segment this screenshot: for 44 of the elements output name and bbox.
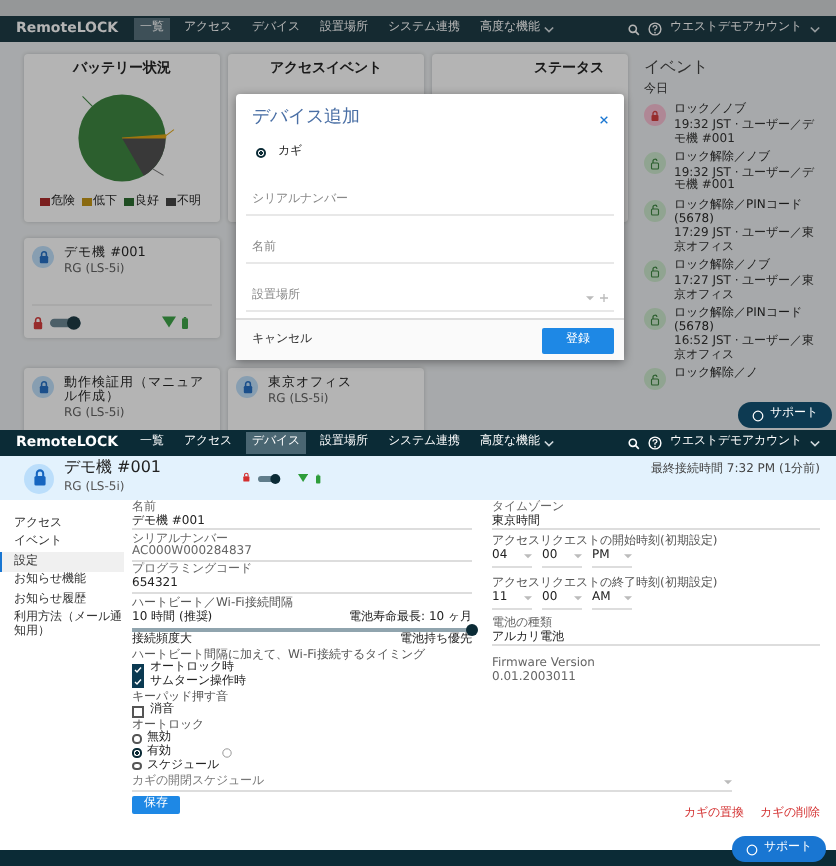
padlock-icon bbox=[241, 379, 253, 395]
caret-icon bbox=[810, 439, 820, 447]
device-name: デモ機 #001 bbox=[64, 460, 162, 479]
radio-button[interactable] bbox=[132, 734, 141, 744]
padlock-icon bbox=[241, 470, 250, 486]
battery-icon bbox=[316, 471, 322, 485]
caret-icon bbox=[544, 439, 555, 447]
search-icon[interactable] bbox=[628, 23, 640, 35]
dropdown-arrow-icon bbox=[724, 779, 732, 786]
dropdown-arrow-icon bbox=[524, 596, 532, 603]
unlocked-padlock-icon bbox=[644, 152, 666, 175]
checkbox[interactable] bbox=[132, 676, 144, 689]
padlock-icon bbox=[650, 109, 660, 122]
close-icon[interactable] bbox=[600, 115, 608, 124]
toggle-icon bbox=[257, 471, 283, 485]
radio-button[interactable] bbox=[132, 761, 141, 771]
radio-button[interactable] bbox=[256, 147, 266, 158]
unlocked-padlock-icon bbox=[644, 199, 666, 222]
wifi-signal-icon bbox=[162, 316, 176, 329]
search-icon[interactable] bbox=[628, 437, 640, 449]
padlock-icon bbox=[32, 315, 44, 330]
dropdown-arrow-icon bbox=[574, 596, 582, 603]
battery-icon bbox=[182, 315, 188, 330]
dropdown-arrow-icon bbox=[624, 596, 632, 603]
dropdown-arrow-icon bbox=[574, 554, 582, 561]
unlocked-padlock-icon bbox=[644, 368, 666, 391]
checkbox[interactable] bbox=[132, 663, 144, 676]
dropdown-arrow-icon bbox=[624, 554, 632, 561]
slider-fill[interactable] bbox=[132, 627, 472, 632]
dropdown-arrow-icon bbox=[524, 554, 532, 561]
padlock-icon bbox=[37, 249, 49, 265]
radio-button[interactable] bbox=[132, 748, 141, 758]
padlock-icon bbox=[31, 468, 47, 488]
unlocked-padlock-icon bbox=[644, 260, 666, 283]
dropdown-arrow-icon bbox=[586, 296, 594, 303]
unlocked-padlock-icon bbox=[644, 308, 666, 331]
padlock-icon bbox=[37, 379, 49, 395]
dialog-title: デバイス追加 bbox=[252, 110, 360, 130]
events-title: イベント bbox=[644, 60, 710, 78]
wifi-signal-icon bbox=[298, 472, 309, 484]
caret-icon bbox=[544, 25, 555, 33]
toggle-icon bbox=[50, 315, 84, 330]
checkbox[interactable] bbox=[132, 705, 144, 718]
caret-icon bbox=[810, 25, 820, 33]
